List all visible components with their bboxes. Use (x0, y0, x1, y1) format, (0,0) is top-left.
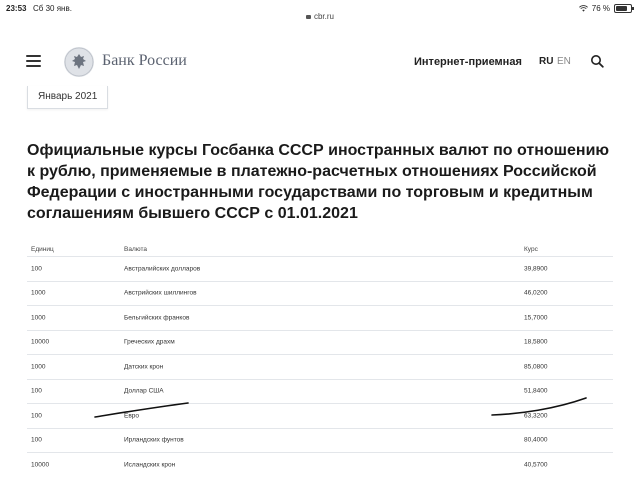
header-units: Единиц (31, 246, 54, 253)
cell-units: 1000 (31, 314, 46, 322)
table-row: 1000 Австрийских шиллингов 46,0200 (27, 280, 613, 306)
header-currency: Валюта (124, 246, 147, 253)
cell-currency: Датских крон (124, 363, 164, 371)
battery-icon (614, 4, 634, 13)
cell-currency: Бельгийских франков (124, 314, 190, 322)
bank-emblem-icon[interactable] (64, 47, 94, 77)
cell-units: 1000 (31, 289, 46, 297)
cell-rate: 63,3200 (524, 412, 548, 420)
cell-units: 100 (31, 412, 42, 420)
cell-currency: Австралийских долларов (124, 265, 201, 273)
header-rate: Курс (524, 246, 538, 253)
table-row: 100 Евро 63,3200 (27, 403, 613, 428)
cell-units: 10000 (31, 338, 50, 346)
cell-currency: Австрийских шиллингов (124, 289, 197, 297)
cell-rate: 39,8900 (524, 265, 548, 273)
cell-currency: Исландских крон (124, 461, 176, 469)
cell-currency: Ирландских фунтов (124, 436, 184, 444)
cell-currency: Доллар США (124, 387, 164, 395)
reception-link[interactable]: Интернет-приемная (414, 56, 522, 68)
table-row: 10000 Исландских крон 40,5700 (27, 452, 613, 477)
cell-rate: 15,7000 (524, 314, 548, 322)
lang-en-button[interactable]: EN (557, 56, 571, 67)
cell-units: 10000 (31, 461, 50, 469)
period-selector[interactable]: Январь 2021 (27, 86, 109, 109)
table-header: Единиц Валюта Курс (27, 242, 613, 256)
menu-icon[interactable] (26, 55, 41, 67)
cell-rate: 18,5800 (524, 338, 548, 346)
cell-currency: Евро (124, 412, 140, 420)
status-bar: 23:53 Сб 30 янв. cbr.ru 76 % (0, 0, 640, 22)
table-row: 100 Ирландских фунтов 80,4000 (27, 427, 613, 453)
site-header: Банк России Интернет-приемная RU EN (0, 40, 640, 84)
cell-rate: 85,0800 (524, 363, 548, 371)
cell-currency: Греческих драхм (124, 338, 175, 346)
rates-table: Единиц Валюта Курс 100 Австралийских дол… (27, 242, 613, 477)
address-url: cbr.ru (313, 12, 334, 21)
table-row: 100 Австралийских долларов 39,8900 (27, 256, 613, 281)
lang-ru-button[interactable]: RU (539, 56, 553, 67)
search-icon[interactable] (590, 54, 604, 68)
cell-rate: 80,4000 (524, 436, 548, 444)
cell-units: 100 (31, 387, 42, 395)
lock-icon (305, 15, 311, 19)
battery-percent: 76 % (591, 4, 610, 13)
cell-units: 100 (31, 265, 42, 273)
address-bar[interactable]: cbr.ru (0, 12, 640, 21)
cell-rate: 51,8400 (524, 387, 548, 395)
cell-rate: 46,0200 (524, 289, 548, 297)
table-row: 1000 Датских крон 85,0800 (27, 354, 613, 379)
table-row: 100 Доллар США 51,8400 (27, 378, 613, 404)
cell-rate: 40,5700 (524, 461, 548, 469)
cell-units: 1000 (31, 363, 46, 371)
wifi-icon (578, 5, 588, 12)
status-indicators: 76 % (578, 4, 634, 13)
table-row: 10000 Греческих драхм 18,5800 (27, 329, 613, 355)
cell-units: 100 (31, 436, 42, 444)
page-title: Официальные курсы Госбанка СССР иностран… (27, 142, 610, 222)
brand-name[interactable]: Банк России (102, 52, 187, 70)
table-row: 1000 Бельгийских франков 15,7000 (27, 305, 613, 330)
